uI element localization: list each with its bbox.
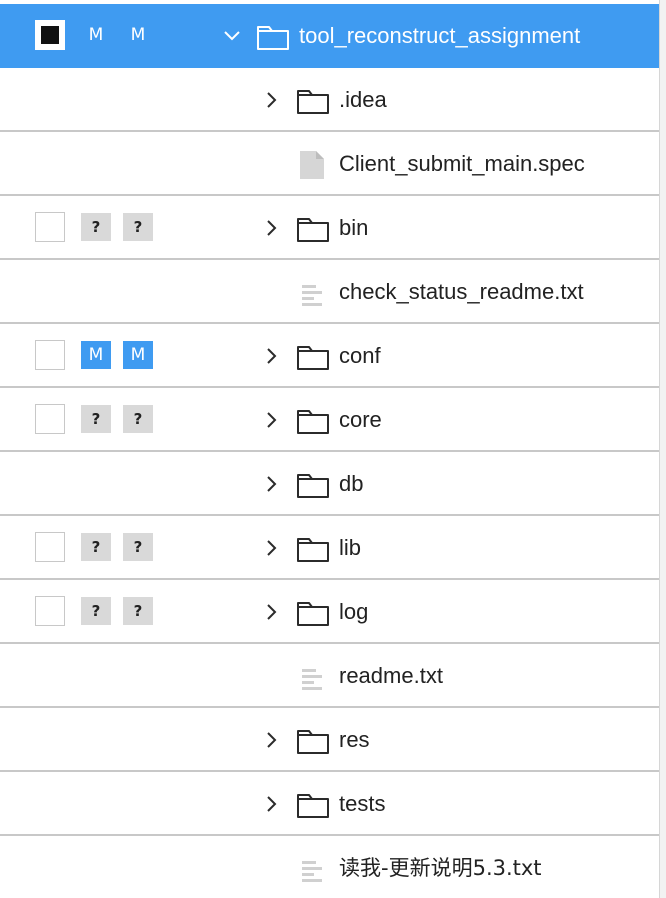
tree-row-bin[interactable]: ? ? bin xyxy=(0,196,660,260)
item-name: bin xyxy=(339,215,369,240)
status-badge-untracked: ? xyxy=(123,213,153,241)
vertical-scrollbar[interactable] xyxy=(659,0,666,898)
staging-checkbox[interactable] xyxy=(35,340,65,370)
tree-row-log[interactable]: ? ? log xyxy=(0,580,660,644)
status-badge-untracked: ? xyxy=(81,597,111,625)
folder-icon xyxy=(297,538,329,562)
file-icon xyxy=(300,151,324,179)
tree-row-conf[interactable]: M M conf xyxy=(0,324,660,388)
tree-row-tool-reconstruct-assignment[interactable]: M M tool_reconstruct_assignment xyxy=(0,4,660,68)
folder-icon xyxy=(297,474,329,498)
chevron-right-icon[interactable] xyxy=(262,410,282,430)
status-badge-untracked: ? xyxy=(81,405,111,433)
folder-icon xyxy=(297,218,329,242)
status-badge-untracked: ? xyxy=(123,533,153,561)
status-badge-modified: M xyxy=(130,25,146,45)
item-name: conf xyxy=(339,343,381,368)
status-badge-untracked: ? xyxy=(81,213,111,241)
item-name: core xyxy=(339,407,382,432)
tree-row-check-status-readme[interactable]: check_status_readme.txt xyxy=(0,260,660,324)
file-tree: M M tool_reconstruct_assignment .idea Cl… xyxy=(0,4,660,898)
staging-checkbox[interactable] xyxy=(35,404,65,434)
tree-row-res[interactable]: res xyxy=(0,708,660,772)
item-name: tests xyxy=(339,791,386,816)
folder-icon xyxy=(297,730,329,754)
item-name: lib xyxy=(339,535,362,560)
chevron-right-icon[interactable] xyxy=(262,474,282,494)
tree-row-lib[interactable]: ? ? lib xyxy=(0,516,660,580)
tree-row-db[interactable]: db xyxy=(0,452,660,516)
folder-icon xyxy=(257,26,289,50)
tree-row-update-notes[interactable]: 读我-更新说明5.3.txt xyxy=(0,836,660,898)
chevron-right-icon[interactable] xyxy=(262,730,282,750)
chevron-right-icon[interactable] xyxy=(262,538,282,558)
status-badge-untracked: ? xyxy=(123,405,153,433)
item-name: .idea xyxy=(339,87,387,112)
chevron-right-icon[interactable] xyxy=(262,346,282,366)
folder-icon xyxy=(297,794,329,818)
chevron-right-icon[interactable] xyxy=(262,90,282,110)
item-name: res xyxy=(339,727,370,752)
item-name: 读我-更新说明5.3.txt xyxy=(339,856,542,880)
text-file-icon xyxy=(302,861,322,882)
status-badge-untracked: ? xyxy=(81,533,111,561)
staging-checkbox[interactable] xyxy=(35,532,65,562)
tree-row-tests[interactable]: tests xyxy=(0,772,660,836)
chevron-right-icon[interactable] xyxy=(262,794,282,814)
folder-icon xyxy=(297,410,329,434)
folder-icon xyxy=(297,602,329,626)
item-name: db xyxy=(339,471,364,496)
status-badge-modified: M xyxy=(123,341,153,369)
item-name: readme.txt xyxy=(339,663,443,688)
item-name: log xyxy=(339,599,369,624)
chevron-down-icon[interactable] xyxy=(222,26,242,46)
folder-icon xyxy=(297,90,329,114)
item-name: Client_submit_main.spec xyxy=(339,151,585,176)
tree-row-client-submit-main-spec[interactable]: Client_submit_main.spec xyxy=(0,132,660,196)
tree-row-idea[interactable]: .idea xyxy=(0,68,660,132)
chevron-right-icon[interactable] xyxy=(262,218,282,238)
staging-checkbox[interactable] xyxy=(35,212,65,242)
status-badge-modified: M xyxy=(88,25,104,45)
staging-checkbox[interactable] xyxy=(35,20,65,50)
text-file-icon xyxy=(302,669,322,690)
status-badge-modified: M xyxy=(81,341,111,369)
item-name: tool_reconstruct_assignment xyxy=(299,23,581,48)
text-file-icon xyxy=(302,285,322,306)
folder-icon xyxy=(297,346,329,370)
status-badge-untracked: ? xyxy=(123,597,153,625)
tree-row-core[interactable]: ? ? core xyxy=(0,388,660,452)
staging-checkbox[interactable] xyxy=(35,596,65,626)
item-name: check_status_readme.txt xyxy=(339,279,584,304)
tree-row-readme[interactable]: readme.txt xyxy=(0,644,660,708)
chevron-right-icon[interactable] xyxy=(262,602,282,622)
